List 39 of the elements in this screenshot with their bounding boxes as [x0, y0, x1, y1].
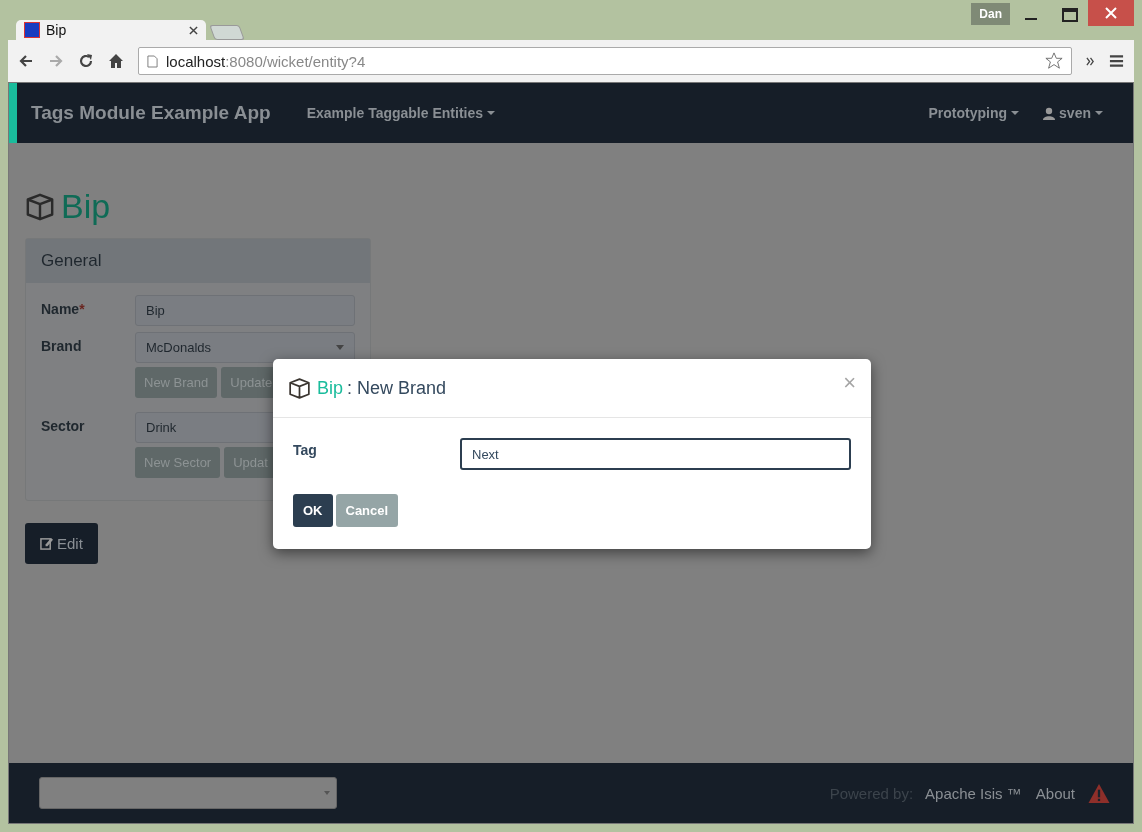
app-title[interactable]: Tags Module Example App — [31, 102, 271, 124]
select-field[interactable]: McDonalds — [135, 332, 355, 363]
close-window-button[interactable] — [1088, 0, 1134, 26]
about-link[interactable]: About — [1035, 784, 1075, 802]
tag-field[interactable]: Next — [460, 438, 851, 470]
field-label: Brand — [41, 338, 82, 354]
edit-icon — [40, 537, 53, 550]
select-field[interactable] — [39, 777, 337, 809]
close-icon[interactable] — [189, 25, 198, 35]
user-icon — [1043, 106, 1056, 120]
text-field[interactable]: Bip — [135, 295, 355, 326]
dialog-title: : New Brand — [347, 377, 447, 399]
home-icon[interactable] — [108, 53, 124, 69]
field-label: Sector — [41, 418, 85, 434]
required-mark: * — [79, 301, 85, 317]
cube-icon — [25, 191, 55, 222]
app-icon — [24, 22, 40, 38]
page-icon — [147, 54, 158, 68]
panel-title: General — [41, 251, 102, 270]
reload-icon[interactable] — [78, 53, 94, 69]
edit-button[interactable]: Edit — [25, 523, 98, 564]
extensions-icon[interactable] — [1086, 56, 1095, 66]
menu-icon[interactable] — [1109, 54, 1124, 68]
profile-badge[interactable]: Dan — [971, 3, 1010, 25]
maximize-icon[interactable] — [1062, 8, 1078, 22]
address-bar[interactable]: localhost:8080/wicket/entity?4 — [138, 47, 1072, 75]
nav-menu[interactable]: Example Taggable Entities — [296, 105, 505, 121]
warning-icon — [1087, 782, 1111, 804]
star-icon[interactable] — [1045, 52, 1063, 70]
field-label: Tag — [293, 441, 318, 458]
cube-icon — [288, 376, 311, 400]
credit-link[interactable]: Apache Isis ™ — [925, 784, 1022, 802]
field-label: Name — [41, 301, 80, 317]
browser-tab[interactable]: Bip — [16, 20, 206, 40]
entity-title: Bip — [61, 187, 111, 226]
ok-button[interactable]: OK — [293, 494, 333, 527]
nav-menu[interactable]: Prototyping — [918, 105, 1030, 121]
user-menu[interactable]: sven — [1033, 105, 1113, 121]
back-icon[interactable] — [18, 53, 34, 69]
